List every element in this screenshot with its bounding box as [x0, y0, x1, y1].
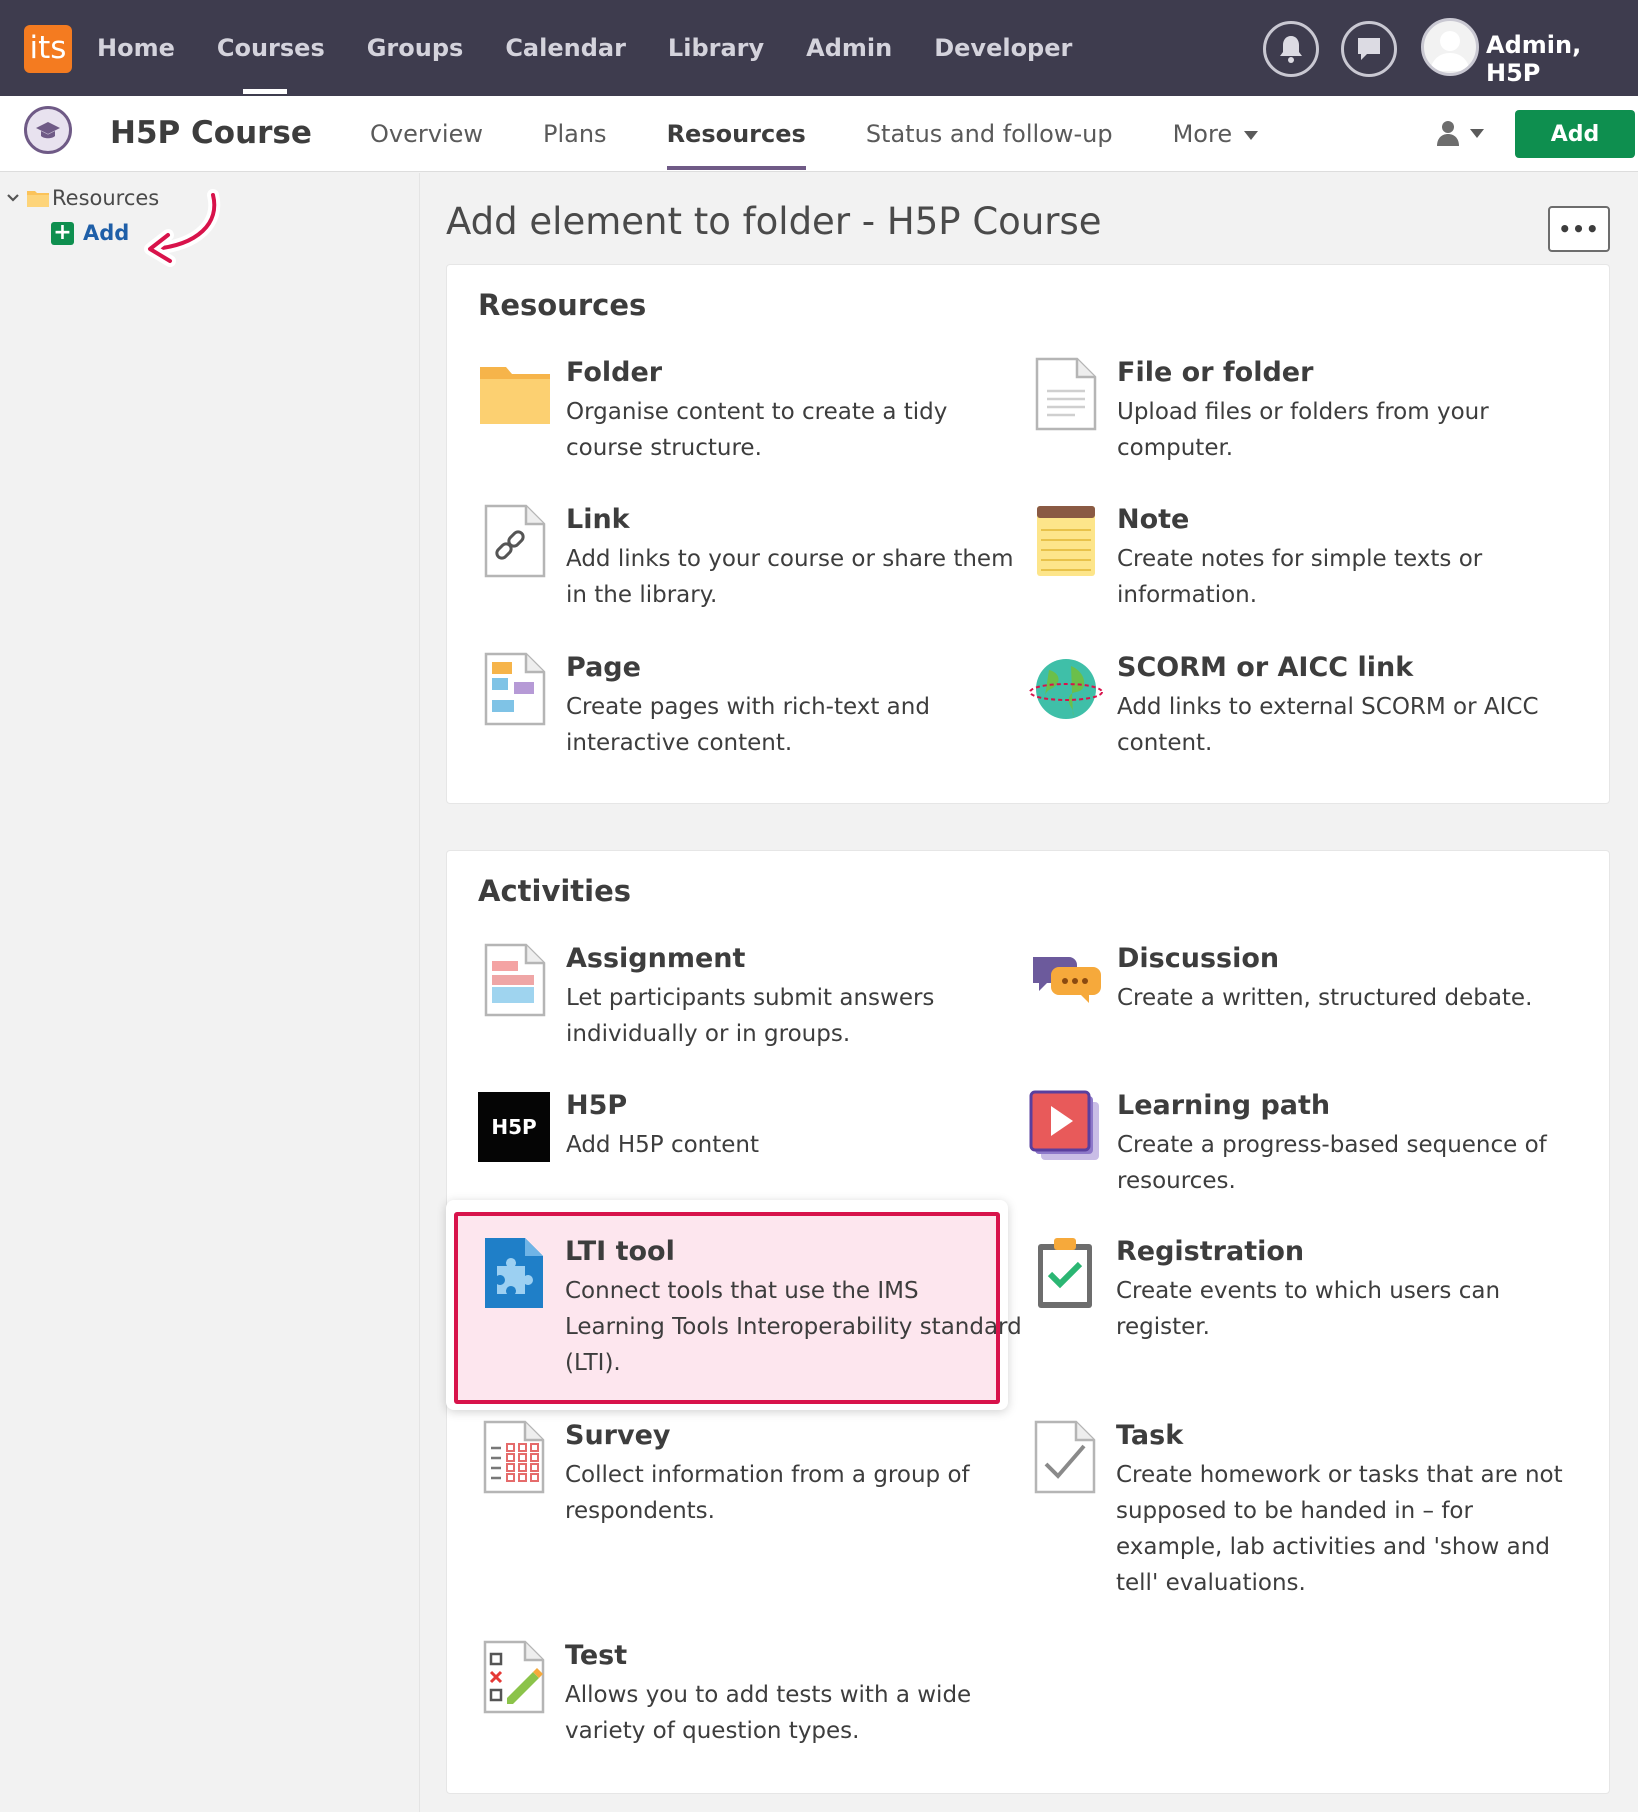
- more-options-button[interactable]: •••: [1548, 206, 1610, 252]
- bell-icon: [1280, 36, 1302, 63]
- puzzle-icon: [485, 1238, 543, 1308]
- course-header: H5P Course Overview Plans Resources Stat…: [0, 96, 1638, 172]
- item-description: Create homework or tasks that are not su…: [1116, 1462, 1563, 1596]
- top-navigation-bar: its Home Courses Groups Calendar Library…: [0, 0, 1638, 96]
- tab-more-label: More: [1172, 120, 1233, 148]
- item-name: LTI tool: [565, 1236, 675, 1267]
- clipboard-icon: [1038, 1238, 1092, 1308]
- item-name: Assignment: [566, 943, 746, 974]
- activities-heading: Activities: [478, 874, 632, 908]
- folder-icon: [480, 367, 550, 424]
- tab-plans[interactable]: Plans: [543, 96, 607, 172]
- item-name: H5P: [566, 1090, 628, 1121]
- resources-card: Resources Folder Organise content to cre…: [446, 264, 1610, 804]
- caret-down-icon: [1244, 130, 1259, 140]
- page-title: Add element to folder - H5P Course: [446, 200, 1102, 243]
- its-logo[interactable]: its: [24, 25, 72, 73]
- add-button[interactable]: Add: [1515, 110, 1635, 158]
- discussion-icon: [1033, 957, 1101, 1003]
- item-description: Collect information from a group of resp…: [565, 1462, 970, 1524]
- item-description: Connect tools that use the IMS Learning …: [565, 1278, 1022, 1376]
- survey-icon: [483, 1420, 545, 1494]
- nav-developer[interactable]: Developer: [934, 0, 1072, 96]
- item-name: Folder: [566, 357, 663, 388]
- participant-menu[interactable]: [1436, 120, 1484, 146]
- messages-button[interactable]: [1341, 21, 1397, 77]
- file-icon: [1035, 357, 1097, 431]
- chevron-down-icon: [7, 194, 19, 202]
- item-name: Learning path: [1117, 1090, 1331, 1121]
- item-name: SCORM or AICC link: [1117, 652, 1414, 683]
- item-description: Create a progress-based sequence of reso…: [1117, 1132, 1547, 1194]
- user-name[interactable]: Admin, H5P: [1486, 31, 1638, 87]
- nav-home[interactable]: Home: [97, 0, 175, 96]
- resources-heading: Resources: [478, 288, 647, 322]
- user-icon: [1430, 31, 1470, 71]
- item-name: Registration: [1116, 1236, 1305, 1267]
- item-name: Test: [565, 1640, 628, 1671]
- item-name: Note: [1117, 504, 1190, 535]
- annotation-arrow-icon: [144, 189, 221, 267]
- folder-tree-sidebar: Resources + Add: [0, 173, 420, 1812]
- person-icon: [1437, 121, 1459, 146]
- notifications-button[interactable]: [1263, 21, 1319, 77]
- page-icon: [484, 652, 546, 726]
- task-icon: [1034, 1420, 1096, 1494]
- item-description: Allows you to add tests with a wide vari…: [565, 1682, 972, 1744]
- nav-admin[interactable]: Admin: [806, 0, 892, 96]
- tree-add-label: Add: [83, 221, 130, 245]
- item-description: Let participants submit answers individu…: [566, 985, 935, 1047]
- chat-icon: [1358, 38, 1380, 60]
- course-title[interactable]: H5P Course: [110, 115, 312, 151]
- user-avatar[interactable]: [1421, 18, 1479, 76]
- course-tabs: Overview Plans Resources Status and foll…: [370, 96, 1318, 172]
- item-description: Add links to your course or share them i…: [566, 546, 1014, 608]
- item-name: Page: [566, 652, 641, 683]
- folder-icon: [27, 191, 49, 207]
- item-description: Upload files or folders from your comput…: [1117, 399, 1489, 461]
- tab-overview[interactable]: Overview: [370, 96, 483, 172]
- nav-courses[interactable]: Courses: [217, 0, 325, 96]
- plus-icon: +: [51, 221, 74, 245]
- item-name: Task: [1116, 1420, 1184, 1451]
- graduation-cap-icon: [36, 122, 60, 139]
- caret-down-icon: [1470, 128, 1484, 138]
- item-name: Link: [566, 504, 630, 535]
- test-icon: [483, 1640, 545, 1714]
- item-name: File or folder: [1117, 357, 1314, 388]
- learning-path-icon: [1029, 1090, 1099, 1160]
- item-description: Add H5P content: [566, 1132, 760, 1158]
- nav-calendar[interactable]: Calendar: [505, 0, 626, 96]
- nav-library[interactable]: Library: [668, 0, 764, 96]
- main-nav: Home Courses Groups Calendar Library Adm…: [80, 0, 1097, 96]
- item-description: Create a written, structured debate.: [1117, 985, 1533, 1011]
- item-name: Survey: [565, 1420, 671, 1451]
- assignment-icon: [484, 943, 546, 1017]
- item-name: Discussion: [1117, 943, 1280, 974]
- tab-more[interactable]: More: [1173, 96, 1259, 172]
- course-icon: [24, 106, 72, 154]
- item-description: Organise content to create a tidy course…: [566, 399, 948, 461]
- h5p-icon: H5P: [478, 1092, 550, 1162]
- tree-add-link[interactable]: + Add: [51, 221, 129, 245]
- item-description: Create events to which users can registe…: [1116, 1278, 1501, 1340]
- tab-status[interactable]: Status and follow-up: [866, 96, 1113, 172]
- tab-resources[interactable]: Resources: [666, 96, 807, 172]
- link-icon: [484, 504, 546, 578]
- note-icon: [1037, 506, 1095, 576]
- nav-groups[interactable]: Groups: [367, 0, 464, 96]
- item-description: Create pages with rich-text and interact…: [566, 694, 930, 756]
- tree-item-resources[interactable]: Resources: [6, 186, 159, 210]
- globe-icon: [1029, 659, 1103, 719]
- item-description: Create notes for simple texts or informa…: [1117, 546, 1483, 608]
- svg-text:H5P: H5P: [491, 1115, 536, 1139]
- item-description: Add links to external SCORM or AICC cont…: [1117, 694, 1539, 756]
